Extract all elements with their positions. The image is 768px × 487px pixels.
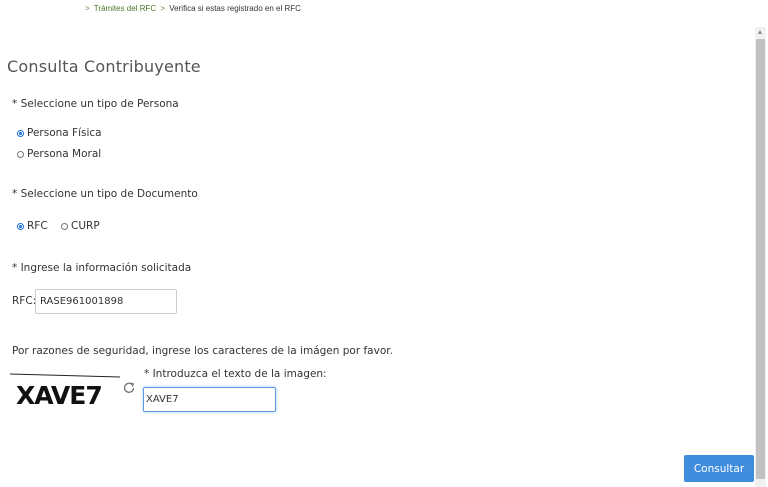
radio-document-rfc[interactable]: RFC bbox=[17, 220, 48, 232]
breadcrumb-separator: > bbox=[85, 4, 90, 13]
radio-persona-fisica[interactable]: Persona Física bbox=[17, 127, 102, 139]
radio-label: Persona Física bbox=[27, 127, 102, 139]
captcha-field-label: * Introduzca el texto de la imagen: bbox=[144, 368, 327, 380]
rfc-field-label: RFC: bbox=[12, 295, 37, 307]
radio-label: Persona Moral bbox=[27, 148, 102, 160]
captcha-input[interactable] bbox=[143, 387, 276, 412]
captcha-text: XAVE7 bbox=[16, 381, 102, 410]
refresh-captcha-icon[interactable] bbox=[122, 381, 136, 395]
radio-label: CURP bbox=[71, 220, 100, 232]
persona-type-label: * Seleccione un tipo de Persona bbox=[12, 98, 179, 110]
captcha-image: XAVE7 bbox=[10, 373, 121, 410]
breadcrumb-separator: > bbox=[160, 4, 166, 13]
radio-selected-icon[interactable] bbox=[17, 129, 24, 137]
radio-selected-icon[interactable] bbox=[17, 222, 24, 230]
radio-persona-moral[interactable]: Persona Moral bbox=[17, 148, 101, 160]
scrollbar[interactable] bbox=[755, 27, 766, 487]
rfc-input[interactable] bbox=[35, 289, 177, 314]
radio-unselected-icon[interactable] bbox=[61, 222, 68, 230]
scroll-up-arrow-icon[interactable] bbox=[758, 30, 762, 34]
breadcrumb: > Trámites del RFC > Verifica si estas r… bbox=[83, 4, 301, 13]
radio-unselected-icon[interactable] bbox=[17, 150, 24, 158]
radio-label: RFC bbox=[27, 220, 48, 232]
consultar-button[interactable]: Consultar bbox=[684, 455, 754, 482]
info-requested-label: * Ingrese la información solicitada bbox=[12, 262, 192, 274]
breadcrumb-item-tramites-rfc[interactable]: Trámites del RFC bbox=[94, 4, 156, 13]
scrollbar-thumb[interactable] bbox=[756, 39, 765, 479]
breadcrumb-item-current: Verifica si estas registrado en el RFC bbox=[169, 4, 301, 13]
page-title: Consulta Contribuyente bbox=[7, 57, 201, 76]
security-instructions: Por razones de seguridad, ingrese los ca… bbox=[12, 345, 393, 357]
radio-document-curp[interactable]: CURP bbox=[61, 220, 100, 232]
document-type-label: * Seleccione un tipo de Documento bbox=[12, 188, 198, 200]
